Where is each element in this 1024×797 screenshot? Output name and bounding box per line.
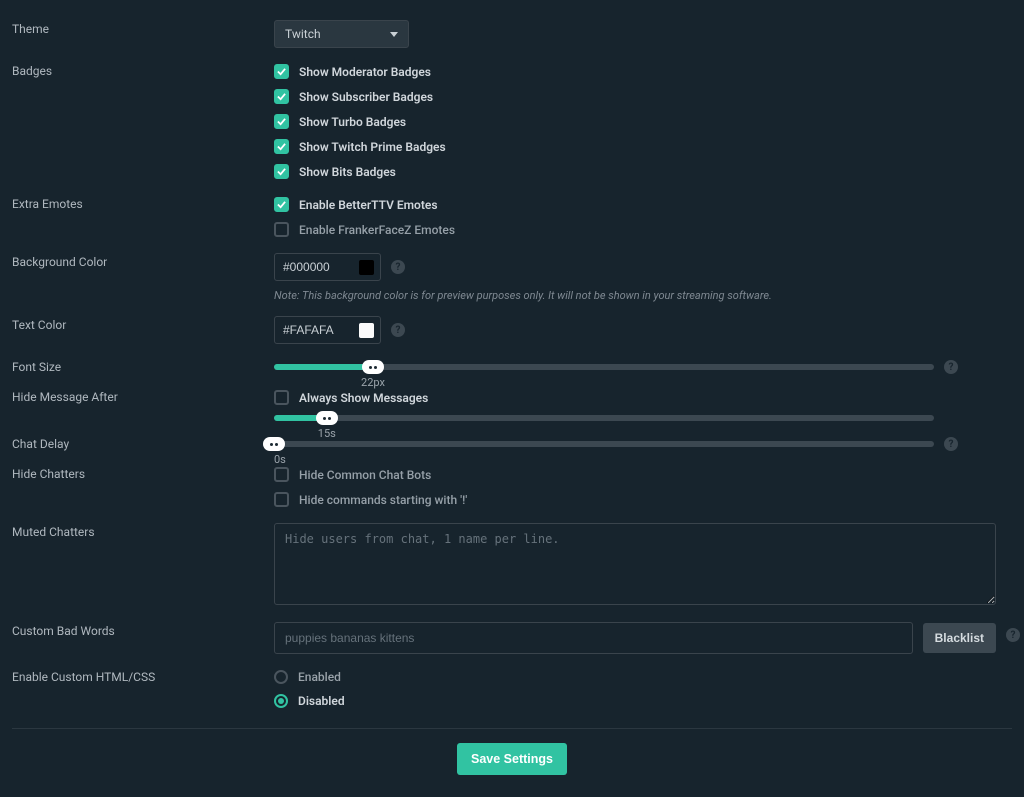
background-color-note: Note: This background color is for previ…: [274, 289, 1012, 302]
checkbox-twitch-prime-badges[interactable]: [274, 139, 289, 154]
checkbox-betterttv[interactable]: [274, 197, 289, 212]
help-icon[interactable]: ?: [944, 360, 958, 374]
chat-delay-slider[interactable]: [274, 441, 934, 447]
chevron-down-icon: [390, 32, 398, 37]
checkbox-label: Show Moderator Badges: [299, 65, 431, 79]
checkbox-subscriber-badges[interactable]: [274, 89, 289, 104]
font-size-label: Font Size: [12, 358, 274, 374]
font-size-slider[interactable]: [274, 364, 934, 370]
checkbox-label: Hide Common Chat Bots: [299, 468, 431, 482]
chat-delay-label: Chat Delay: [12, 435, 274, 451]
help-icon[interactable]: ?: [391, 260, 405, 274]
custom-bad-words-label: Custom Bad Words: [12, 622, 274, 638]
help-icon[interactable]: ?: [1006, 628, 1020, 642]
slider-thumb[interactable]: [316, 411, 338, 425]
checkbox-label: Show Bits Badges: [299, 165, 396, 179]
checkbox-label: Show Subscriber Badges: [299, 90, 433, 104]
checkbox-moderator-badges[interactable]: [274, 64, 289, 79]
radio-label: Enabled: [298, 670, 341, 684]
background-color-input[interactable]: [281, 257, 353, 277]
save-settings-button[interactable]: Save Settings: [457, 743, 567, 775]
background-color-label: Background Color: [12, 253, 274, 269]
blacklist-button[interactable]: Blacklist: [923, 623, 996, 653]
hide-message-slider[interactable]: [274, 415, 934, 421]
text-color-input[interactable]: [281, 320, 353, 340]
background-color-swatch[interactable]: [359, 260, 374, 275]
text-color-swatch[interactable]: [359, 323, 374, 338]
muted-chatters-label: Muted Chatters: [12, 523, 274, 539]
hide-chatters-label: Hide Chatters: [12, 465, 274, 481]
checkbox-label: Enable FrankerFaceZ Emotes: [299, 223, 455, 237]
radio-label: Disabled: [298, 694, 345, 708]
slider-thumb[interactable]: [362, 360, 384, 374]
help-icon[interactable]: ?: [391, 323, 405, 337]
radio-disabled[interactable]: [274, 694, 288, 708]
slider-thumb[interactable]: [263, 437, 285, 451]
enable-custom-html-label: Enable Custom HTML/CSS: [12, 668, 274, 684]
checkbox-turbo-badges[interactable]: [274, 114, 289, 129]
checkbox-hide-common-bots[interactable]: [274, 467, 289, 482]
radio-enabled[interactable]: [274, 670, 288, 684]
checkbox-frankerfacez[interactable]: [274, 222, 289, 237]
divider: [12, 728, 1012, 729]
help-icon[interactable]: ?: [944, 437, 958, 451]
muted-chatters-textarea[interactable]: [274, 523, 996, 605]
theme-select[interactable]: Twitch: [274, 20, 409, 48]
checkbox-label: Show Turbo Badges: [299, 115, 406, 129]
theme-label: Theme: [12, 20, 274, 36]
checkbox-label: Enable BetterTTV Emotes: [299, 198, 438, 212]
badges-label: Badges: [12, 62, 274, 78]
checkbox-bits-badges[interactable]: [274, 164, 289, 179]
checkbox-hide-commands[interactable]: [274, 492, 289, 507]
checkbox-always-show-messages[interactable]: [274, 390, 289, 405]
bad-words-input[interactable]: [274, 622, 913, 654]
text-color-label: Text Color: [12, 316, 274, 332]
extra-emotes-label: Extra Emotes: [12, 195, 274, 211]
checkbox-label: Always Show Messages: [299, 391, 428, 405]
checkbox-label: Show Twitch Prime Badges: [299, 140, 446, 154]
hide-message-after-label: Hide Message After: [12, 388, 274, 404]
theme-select-value: Twitch: [285, 27, 321, 41]
checkbox-label: Hide commands starting with '!': [299, 493, 467, 507]
